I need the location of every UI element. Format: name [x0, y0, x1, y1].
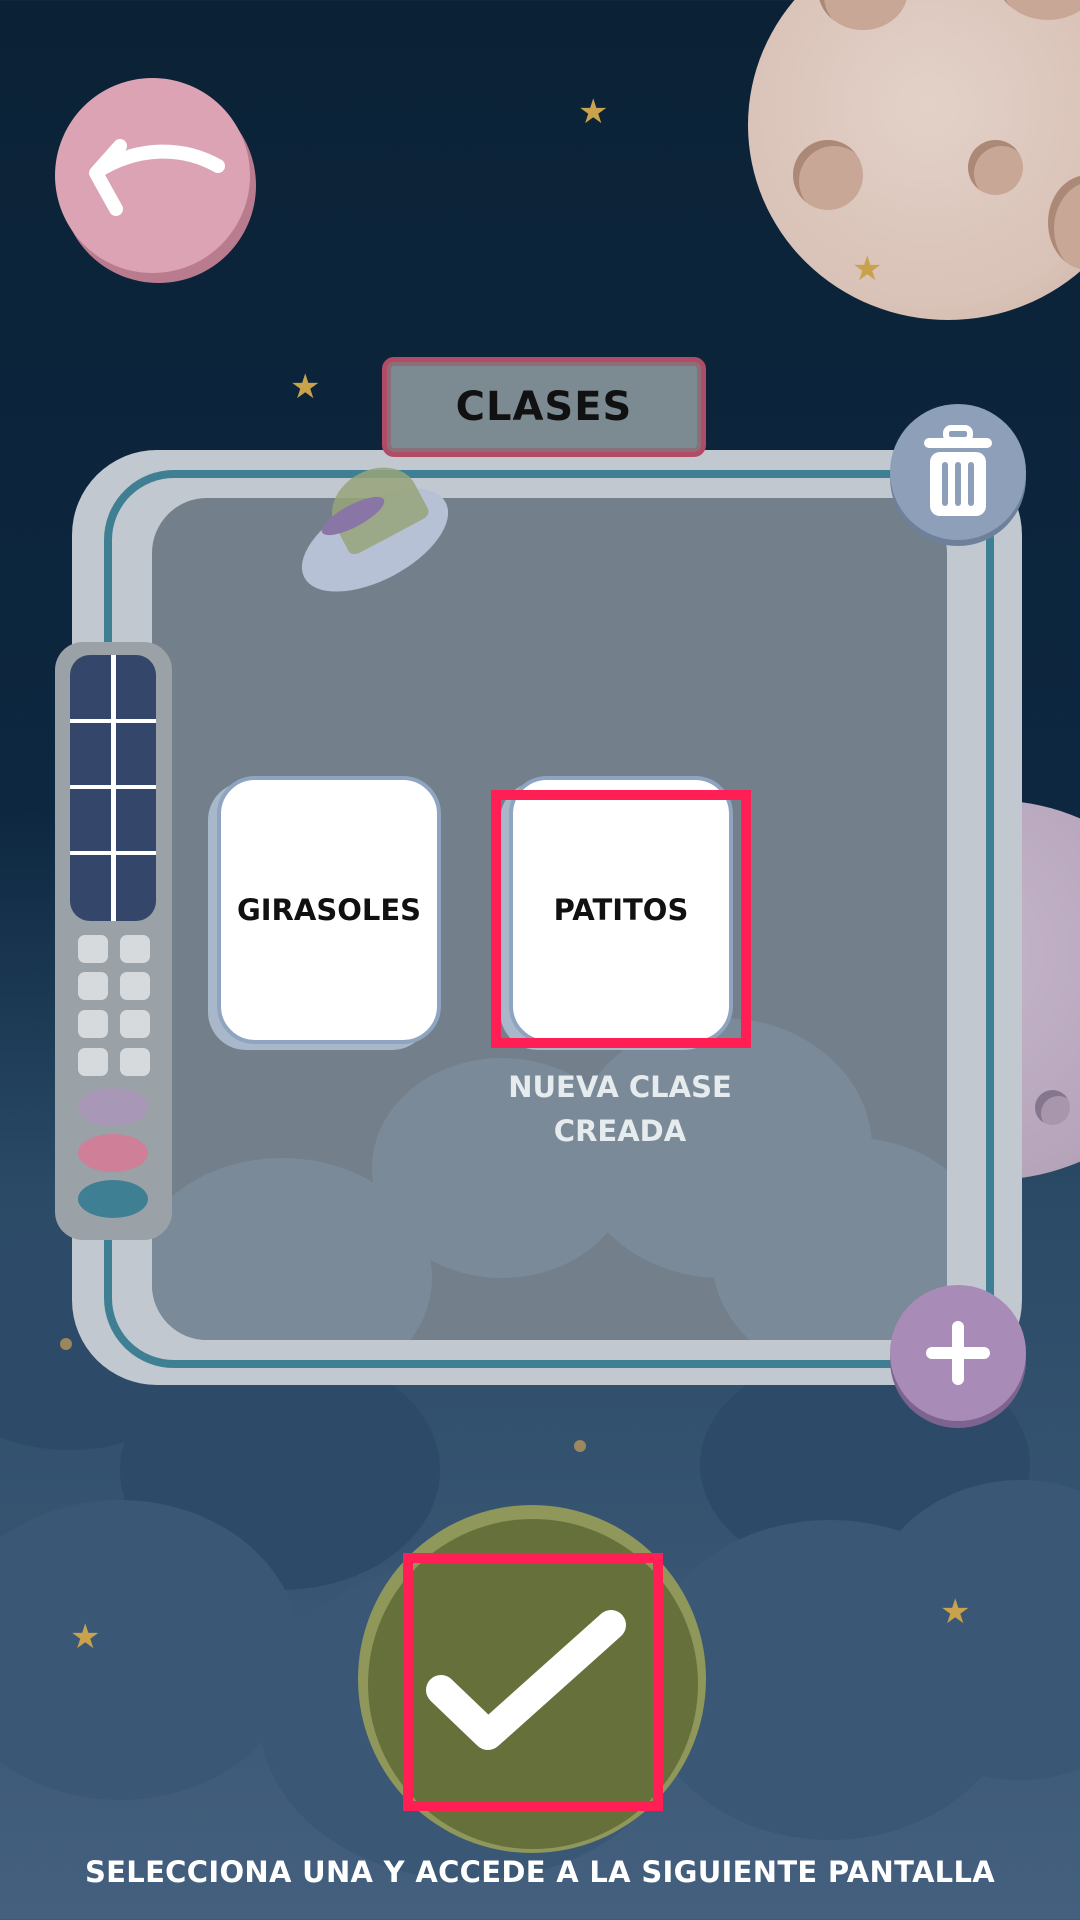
new-class-caption: NUEVA CLASE CREADA — [470, 1065, 770, 1153]
star-decoration: ★ — [578, 92, 609, 132]
page-title: CLASES — [382, 357, 706, 457]
new-class-caption-line2: CREADA — [553, 1114, 687, 1148]
instruction-text: SELECCIONA UNA Y ACCEDE A LA SIGUIENTE P… — [85, 1855, 995, 1889]
delete-class-button[interactable] — [890, 404, 1026, 540]
add-class-button[interactable] — [890, 1285, 1026, 1421]
star-decoration: ★ — [70, 1617, 101, 1657]
panel-screen — [70, 655, 156, 921]
back-button[interactable] — [55, 78, 250, 273]
plus-icon — [926, 1321, 990, 1385]
star-decoration: ★ — [940, 1592, 971, 1632]
selected-class-highlight — [491, 790, 751, 1048]
moon-top-right — [748, 0, 1080, 320]
back-arrow-icon — [88, 138, 225, 216]
star-decoration: ★ — [852, 249, 883, 289]
trash-icon — [924, 425, 992, 516]
new-class-caption-line1: NUEVA CLASE — [508, 1070, 732, 1104]
star-decoration: ★ — [290, 367, 321, 407]
class-card-girasoles[interactable]: GIRASOLES — [217, 776, 441, 1044]
confirm-highlight — [403, 1553, 663, 1811]
